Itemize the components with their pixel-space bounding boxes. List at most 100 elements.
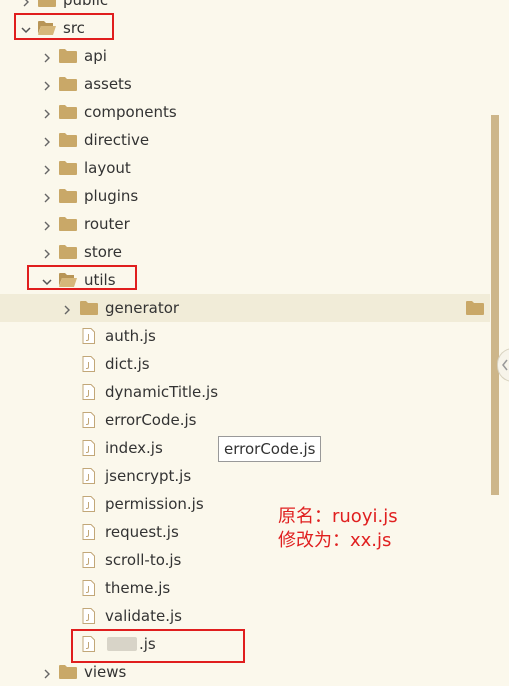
file-label: auth.js <box>105 327 156 345</box>
tree-item-layout[interactable]: layout <box>0 154 490 182</box>
tree-item-file[interactable]: errorCode.js <box>0 406 490 434</box>
chevron-right-icon[interactable] <box>20 0 32 7</box>
file-glyph <box>82 356 95 372</box>
js-file-icon <box>82 524 95 540</box>
folder-icon <box>59 188 77 203</box>
tree-item-file[interactable]: scroll-to.js <box>0 546 490 574</box>
js-file-icon <box>82 468 95 484</box>
folder-icon <box>59 216 77 231</box>
folder-icon <box>38 0 56 7</box>
chevron-right-icon[interactable] <box>41 162 53 175</box>
tree-item-store[interactable]: store <box>0 238 490 266</box>
chevron-right-icon[interactable] <box>41 134 53 147</box>
js-file-icon <box>82 496 95 512</box>
file-glyph <box>82 496 95 512</box>
folder-icon <box>59 76 77 91</box>
js-file-icon <box>82 552 95 568</box>
chevron-right-glyph <box>44 669 50 679</box>
folder-icon <box>59 160 77 175</box>
tree-item-file[interactable]: request.js <box>0 518 490 546</box>
file-tooltip: errorCode.js <box>218 436 322 462</box>
reveal-in-folder-icon[interactable] <box>466 300 484 315</box>
folder-label: generator <box>105 299 180 317</box>
js-file-icon <box>82 440 95 456</box>
js-file-icon <box>82 384 95 400</box>
tree-item-plugins[interactable]: plugins <box>0 182 490 210</box>
chevron-right-icon[interactable] <box>41 666 53 679</box>
file-label: validate.js <box>105 607 182 625</box>
folder-glyph <box>59 133 77 147</box>
folder-label: layout <box>84 159 131 177</box>
chevron-right-icon[interactable] <box>41 218 53 231</box>
folder-label: router <box>84 215 130 233</box>
js-file-icon <box>82 356 95 372</box>
js-file-icon <box>82 580 95 596</box>
chevron-right-icon[interactable] <box>41 78 53 91</box>
file-glyph <box>82 608 95 624</box>
tree-item-file[interactable]: theme.js <box>0 574 490 602</box>
collapse-panel-handle[interactable] <box>497 348 509 382</box>
tree-item-file[interactable]: jsencrypt.js <box>0 462 490 490</box>
folder-glyph <box>59 665 77 679</box>
folder-icon <box>80 300 98 315</box>
chevron-right-icon[interactable] <box>41 50 53 63</box>
chevron-right-glyph <box>44 137 50 147</box>
chevron-right-icon[interactable] <box>61 302 73 315</box>
file-label: dict.js <box>105 355 150 373</box>
folder-label: assets <box>84 75 132 93</box>
folder-glyph <box>59 77 77 91</box>
file-explorer-tree: public src api assets components directive lay… <box>0 0 490 681</box>
folder-glyph <box>38 0 56 7</box>
file-glyph <box>82 412 95 428</box>
folder-icon <box>59 48 77 63</box>
vertical-scrollbar[interactable] <box>491 115 499 495</box>
chevron-right-glyph <box>44 221 50 231</box>
tree-item-assets[interactable]: assets <box>0 70 490 98</box>
folder-icon <box>59 104 77 119</box>
tree-item-api[interactable]: api <box>0 42 490 70</box>
tree-item-file[interactable]: validate.js <box>0 602 490 630</box>
chevron-right-glyph <box>23 0 29 7</box>
folder-icon <box>59 244 77 259</box>
folder-label: components <box>84 103 177 121</box>
file-glyph <box>82 468 95 484</box>
tree-item-file[interactable]: auth.js <box>0 322 490 350</box>
file-label: index.js <box>105 439 163 457</box>
chevron-right-glyph <box>44 249 50 259</box>
folder-icon <box>59 664 77 679</box>
tree-item-public[interactable]: public <box>0 0 490 14</box>
tree-item-file[interactable]: dict.js <box>0 350 490 378</box>
tree-item-file[interactable]: dynamicTitle.js <box>0 378 490 406</box>
chevron-right-glyph <box>44 53 50 63</box>
file-label: theme.js <box>105 579 171 597</box>
chevron-right-glyph <box>64 305 70 315</box>
folder-glyph <box>59 245 77 259</box>
file-label: jsencrypt.js <box>105 467 192 485</box>
chevron-right-glyph <box>44 109 50 119</box>
folder-label: api <box>84 47 107 65</box>
chevron-right-glyph <box>44 193 50 203</box>
tree-item-router[interactable]: router <box>0 210 490 238</box>
tree-item-directive[interactable]: directive <box>0 126 490 154</box>
file-glyph <box>82 552 95 568</box>
annotation-original-name: 原名：ruoyi.js <box>278 506 398 527</box>
js-file-icon <box>82 328 95 344</box>
js-file-icon <box>82 608 95 624</box>
folder-label: store <box>84 243 122 261</box>
chevron-right-icon[interactable] <box>41 106 53 119</box>
tree-item-generator[interactable]: generator <box>0 294 490 322</box>
file-label: permission.js <box>105 495 204 513</box>
chevron-left-icon <box>502 359 508 371</box>
tree-item-components[interactable]: components <box>0 98 490 126</box>
chevron-right-icon[interactable] <box>41 190 53 203</box>
folder-glyph-right <box>466 301 484 315</box>
folder-glyph <box>59 161 77 175</box>
folder-glyph <box>59 189 77 203</box>
file-glyph <box>82 440 95 456</box>
folder-glyph <box>59 217 77 231</box>
file-label: errorCode.js <box>105 411 197 429</box>
file-glyph <box>82 524 95 540</box>
tree-item-file[interactable]: permission.js <box>0 490 490 518</box>
chevron-right-icon[interactable] <box>41 246 53 259</box>
file-glyph <box>82 580 95 596</box>
